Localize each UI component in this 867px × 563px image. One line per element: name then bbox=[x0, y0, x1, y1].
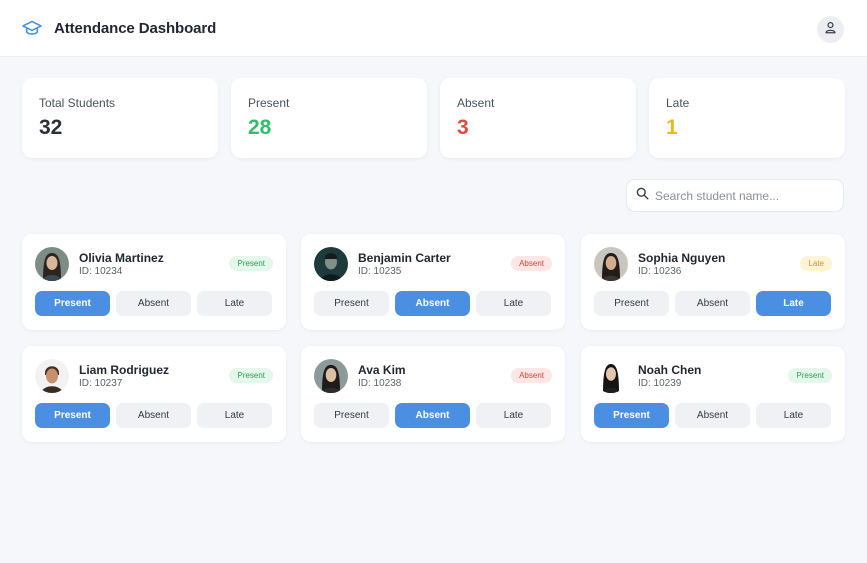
attendance-button-group: Present Absent Late bbox=[594, 291, 831, 316]
late-button[interactable]: Late bbox=[476, 291, 551, 316]
student-id: ID: 10238 bbox=[358, 378, 402, 389]
search-box[interactable] bbox=[626, 179, 844, 212]
stat-label: Late bbox=[666, 96, 690, 110]
student-id: ID: 10237 bbox=[79, 378, 123, 389]
absent-button[interactable]: Absent bbox=[395, 291, 470, 316]
stat-value: 28 bbox=[248, 116, 272, 139]
absent-button[interactable]: Absent bbox=[116, 403, 191, 428]
student-name: Benjamin Carter bbox=[358, 251, 451, 265]
absent-button[interactable]: Absent bbox=[675, 291, 750, 316]
present-button[interactable]: Present bbox=[35, 291, 110, 316]
present-button[interactable]: Present bbox=[594, 291, 669, 316]
student-name: Sophia Nguyen bbox=[638, 251, 726, 265]
late-button[interactable]: Late bbox=[197, 403, 272, 428]
student-card: Olivia Martinez ID: 10234 Present Presen… bbox=[22, 234, 286, 330]
student-card: Ava Kim ID: 10238 Absent Present Absent … bbox=[301, 346, 565, 442]
stat-card-total: Total Students 32 bbox=[22, 78, 218, 158]
status-badge: Present bbox=[229, 368, 273, 383]
present-button[interactable]: Present bbox=[314, 291, 389, 316]
attendance-button-group: Present Absent Late bbox=[314, 291, 551, 316]
student-id: ID: 10234 bbox=[79, 266, 123, 277]
graduation-cap-icon bbox=[22, 17, 44, 39]
avatar bbox=[35, 247, 69, 281]
student-name: Liam Rodriguez bbox=[79, 363, 170, 377]
avatar bbox=[314, 247, 348, 281]
avatar bbox=[594, 247, 628, 281]
present-button[interactable]: Present bbox=[35, 403, 110, 428]
absent-button[interactable]: Absent bbox=[675, 403, 750, 428]
page-title: Attendance Dashboard bbox=[54, 19, 217, 37]
stat-value: 32 bbox=[39, 116, 63, 139]
status-badge: Absent bbox=[511, 256, 552, 271]
stat-card-absent: Absent 3 bbox=[440, 78, 636, 158]
status-badge: Late bbox=[800, 256, 832, 271]
absent-button[interactable]: Absent bbox=[395, 403, 470, 428]
late-button[interactable]: Late bbox=[197, 291, 272, 316]
student-card: Sophia Nguyen ID: 10236 Late Present Abs… bbox=[581, 234, 845, 330]
stat-card-present: Present 28 bbox=[231, 78, 427, 158]
attendance-button-group: Present Absent Late bbox=[314, 403, 551, 428]
student-id: ID: 10239 bbox=[638, 378, 682, 389]
stat-value: 1 bbox=[666, 116, 678, 139]
stat-card-late: Late 1 bbox=[649, 78, 845, 158]
late-button[interactable]: Late bbox=[756, 403, 831, 428]
avatar bbox=[314, 359, 348, 393]
student-name: Noah Chen bbox=[638, 363, 702, 377]
status-badge: Present bbox=[788, 368, 832, 383]
student-id: ID: 10235 bbox=[358, 266, 402, 277]
user-icon bbox=[824, 21, 837, 39]
attendance-button-group: Present Absent Late bbox=[35, 291, 272, 316]
late-button[interactable]: Late bbox=[756, 291, 831, 316]
student-card: Benjamin Carter ID: 10235 Absent Present… bbox=[301, 234, 565, 330]
student-name: Ava Kim bbox=[358, 363, 406, 377]
user-profile-button[interactable] bbox=[817, 16, 844, 43]
app-header: Attendance Dashboard bbox=[0, 0, 867, 57]
status-badge: Present bbox=[229, 256, 273, 271]
search-icon bbox=[636, 187, 649, 205]
status-badge: Absent bbox=[511, 368, 552, 383]
student-card: Liam Rodriguez ID: 10237 Present Present… bbox=[22, 346, 286, 442]
student-card: Noah Chen ID: 10239 Present Present Abse… bbox=[581, 346, 845, 442]
avatar bbox=[594, 359, 628, 393]
stat-label: Absent bbox=[457, 96, 495, 110]
late-button[interactable]: Late bbox=[476, 403, 551, 428]
stat-label: Total Students bbox=[39, 96, 116, 110]
stat-value: 3 bbox=[457, 116, 469, 139]
present-button[interactable]: Present bbox=[594, 403, 669, 428]
student-name: Olivia Martinez bbox=[79, 251, 164, 265]
attendance-button-group: Present Absent Late bbox=[35, 403, 272, 428]
attendance-button-group: Present Absent Late bbox=[594, 403, 831, 428]
absent-button[interactable]: Absent bbox=[116, 291, 191, 316]
stat-label: Present bbox=[248, 96, 290, 110]
avatar bbox=[35, 359, 69, 393]
search-input[interactable] bbox=[655, 188, 834, 203]
student-id: ID: 10236 bbox=[638, 266, 682, 277]
present-button[interactable]: Present bbox=[314, 403, 389, 428]
